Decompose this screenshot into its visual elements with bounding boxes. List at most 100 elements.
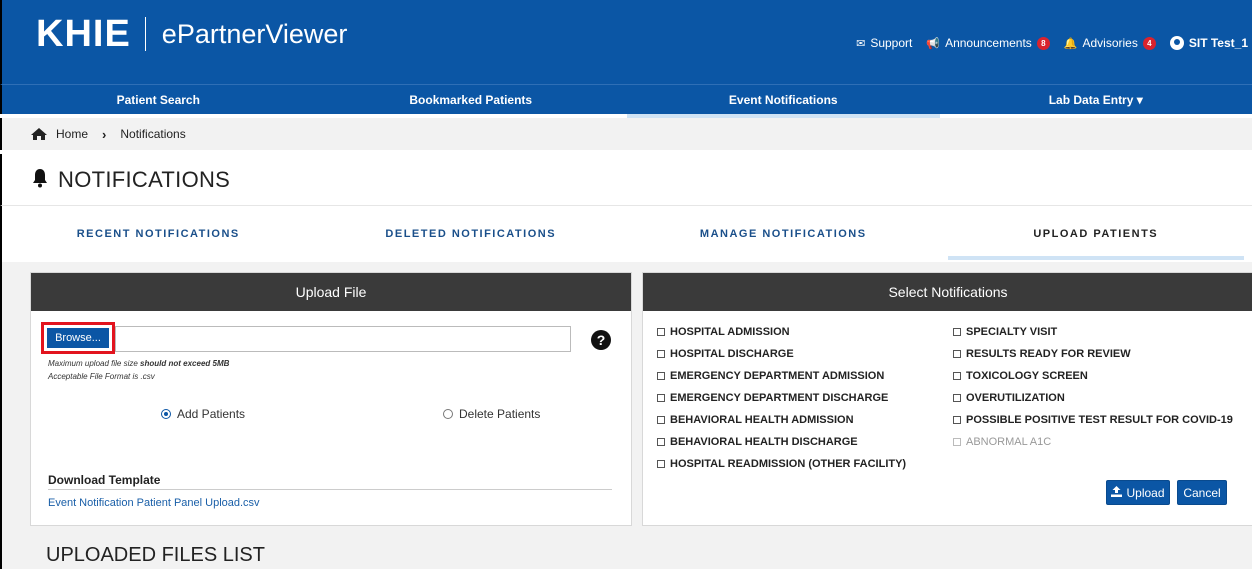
tab-recent-notifications[interactable]: RECENT NOTIFICATIONS — [2, 206, 315, 262]
checkbox-label: HOSPITAL READMISSION (OTHER FACILITY) — [670, 458, 907, 470]
tab-label: DELETED NOTIFICATIONS — [385, 228, 557, 240]
bell-icon: 🔔 — [1063, 37, 1078, 50]
checkbox-icon — [657, 416, 665, 424]
download-template-title: Download Template — [48, 473, 161, 487]
checkbox-label: OVERUTILIZATION — [966, 392, 1065, 404]
checkbox-bh-admission[interactable]: BEHAVIORAL HEALTH ADMISSION — [657, 414, 854, 426]
checkbox-icon — [657, 394, 665, 402]
advisories-link[interactable]: 🔔 Advisories 4 — [1064, 36, 1156, 50]
user-name: SIT Test_1 — [1188, 36, 1248, 50]
main-nav: Patient Search Bookmarked Patients Event… — [0, 84, 1252, 118]
download-template-link[interactable]: Event Notification Patient Panel Upload.… — [48, 497, 260, 509]
checkbox-icon — [657, 350, 665, 358]
nav-label: Lab Data Entry ▾ — [1048, 92, 1143, 107]
checkbox-ed-admission[interactable]: EMERGENCY DEPARTMENT ADMISSION — [657, 370, 884, 382]
notification-tabs: RECENT NOTIFICATIONS DELETED NOTIFICATIO… — [2, 206, 1252, 262]
help-icon[interactable]: ? — [591, 330, 611, 350]
checkbox-toxicology-screen[interactable]: TOXICOLOGY SCREEN — [953, 370, 1088, 382]
browse-highlight: Browse... — [41, 322, 115, 354]
top-header: KHIE ePartnerViewer ✉ Support 📢 Announce… — [0, 0, 1252, 84]
file-format-note: Acceptable File Format is .csv — [48, 372, 155, 381]
megaphone-icon: 📢 — [926, 37, 941, 50]
select-notifications-panel: Select Notifications HOSPITAL ADMISSION … — [642, 272, 1252, 526]
checkbox-label: POSSIBLE POSITIVE TEST RESULT FOR COVID-… — [966, 414, 1233, 426]
khie-logo: KHIE — [36, 12, 131, 55]
checkbox-hospital-admission[interactable]: HOSPITAL ADMISSION — [657, 326, 790, 338]
file-size-note: Maximum upload file size should not exce… — [48, 359, 229, 368]
nav-label: Patient Search — [116, 92, 200, 107]
radio-unselected-icon — [443, 409, 453, 419]
home-icon[interactable] — [30, 127, 48, 141]
page-title: NOTIFICATIONS — [58, 166, 231, 192]
chevron-right-icon: › — [102, 126, 107, 142]
checkbox-results-ready[interactable]: RESULTS READY FOR REVIEW — [953, 348, 1131, 360]
checkbox-overutilization[interactable]: OVERUTILIZATION — [953, 392, 1065, 404]
browse-button[interactable]: Browse... — [47, 328, 109, 348]
tab-upload-patients[interactable]: UPLOAD PATIENTS — [940, 206, 1252, 262]
nav-label: Event Notifications — [728, 92, 838, 107]
header-links: ✉ Support 📢 Announcements 8 🔔 Advisories… — [856, 36, 1248, 50]
logo[interactable]: KHIE ePartnerViewer — [36, 12, 348, 55]
support-label: Support — [870, 36, 913, 50]
delete-patients-radio[interactable]: Delete Patients — [443, 407, 540, 421]
file-path-input[interactable] — [115, 326, 571, 352]
cancel-button[interactable]: Cancel — [1177, 480, 1227, 505]
checkbox-label: HOSPITAL DISCHARGE — [670, 348, 794, 360]
checkbox-icon — [953, 372, 961, 380]
checkbox-label: HOSPITAL ADMISSION — [670, 326, 790, 338]
upload-button[interactable]: Upload — [1106, 480, 1170, 505]
nav-event-notifications[interactable]: Event Notifications — [627, 85, 940, 118]
bell-icon — [32, 168, 48, 191]
tab-manage-notifications[interactable]: MANAGE NOTIFICATIONS — [627, 206, 940, 262]
tab-deleted-notifications[interactable]: DELETED NOTIFICATIONS — [315, 206, 628, 262]
envelope-icon: ✉ — [856, 37, 866, 50]
breadcrumb-home-link[interactable]: Home — [56, 127, 88, 141]
advisories-count-badge: 4 — [1142, 36, 1156, 50]
tab-label: UPLOAD PATIENTS — [1033, 228, 1159, 240]
divider — [48, 489, 612, 490]
breadcrumb: Home › Notifications — [0, 118, 1252, 150]
radio-selected-icon — [161, 409, 171, 419]
upload-file-panel: Upload File Browse... ? Maximum upload f… — [30, 272, 632, 526]
page-title-bar: NOTIFICATIONS — [0, 154, 1252, 206]
checkbox-label: EMERGENCY DEPARTMENT ADMISSION — [670, 370, 885, 382]
upload-file-header: Upload File — [31, 273, 631, 311]
size-note-text: Maximum upload file size — [48, 359, 141, 368]
checkbox-covid-positive[interactable]: POSSIBLE POSITIVE TEST RESULT FOR COVID-… — [953, 414, 1233, 426]
checkbox-icon — [657, 438, 665, 446]
nav-patient-search[interactable]: Patient Search — [2, 85, 315, 114]
announcements-link[interactable]: 📢 Announcements 8 — [926, 36, 1050, 50]
checkbox-icon — [953, 328, 961, 336]
logo-divider — [144, 17, 146, 51]
nav-lab-data-entry[interactable]: Lab Data Entry ▾ — [940, 85, 1252, 114]
user-menu[interactable]: SIT Test_1 — [1169, 36, 1248, 50]
checkbox-bh-discharge[interactable]: BEHAVIORAL HEALTH DISCHARGE — [657, 436, 858, 448]
advisories-label: Advisories — [1082, 36, 1138, 50]
checkbox-icon — [657, 460, 665, 468]
support-link[interactable]: ✉ Support — [856, 36, 912, 50]
checkbox-label: BEHAVIORAL HEALTH ADMISSION — [670, 414, 854, 426]
add-patients-radio[interactable]: Add Patients — [161, 407, 245, 421]
upload-label: Upload — [1126, 485, 1165, 500]
uploaded-files-title: UPLOADED FILES LIST — [32, 535, 1252, 569]
checkbox-icon — [953, 416, 961, 424]
size-note-bold: should not exceed 5MB — [140, 359, 230, 368]
select-notifications-header: Select Notifications — [643, 273, 1252, 311]
checkbox-icon — [953, 350, 961, 358]
tab-label: MANAGE NOTIFICATIONS — [699, 228, 867, 240]
app-name: ePartnerViewer — [161, 18, 348, 49]
checkbox-abnormal-a1c: ABNORMAL A1C — [953, 436, 1051, 448]
checkbox-hospital-readmission[interactable]: HOSPITAL READMISSION (OTHER FACILITY) — [657, 458, 906, 470]
checkbox-hospital-discharge[interactable]: HOSPITAL DISCHARGE — [657, 348, 794, 360]
nav-bookmarked-patients[interactable]: Bookmarked Patients — [315, 85, 628, 114]
checkbox-icon — [657, 328, 665, 336]
checkbox-icon — [953, 438, 961, 446]
checkbox-label: ABNORMAL A1C — [966, 436, 1052, 448]
checkbox-specialty-visit[interactable]: SPECIALTY VISIT — [953, 326, 1057, 338]
checkbox-icon — [657, 372, 665, 380]
tab-label: RECENT NOTIFICATIONS — [76, 228, 240, 240]
delete-patients-label: Delete Patients — [459, 407, 541, 421]
checkbox-ed-discharge[interactable]: EMERGENCY DEPARTMENT DISCHARGE — [657, 392, 888, 404]
add-patients-label: Add Patients — [177, 407, 246, 421]
announcements-label: Announcements — [945, 36, 1032, 50]
